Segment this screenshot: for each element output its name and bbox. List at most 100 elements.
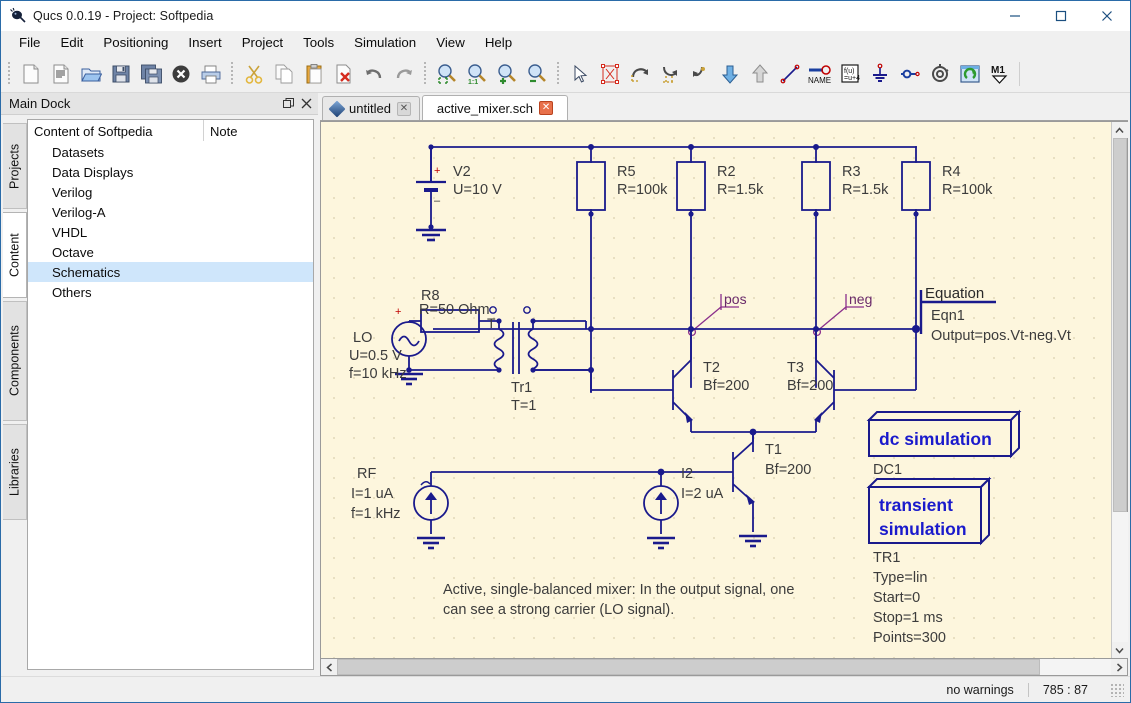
select-all-frame-icon[interactable]: [595, 59, 625, 89]
component-value-V2: U=10 V: [453, 182, 502, 198]
menu-insert[interactable]: Insert: [178, 33, 231, 52]
toolbar-grip-2[interactable]: [229, 62, 236, 86]
rotate-ccw-icon[interactable]: [625, 59, 655, 89]
redo-arrow-icon[interactable]: [389, 59, 419, 89]
tab-untitled[interactable]: untitled ✕: [322, 96, 420, 120]
marker-m1-icon[interactable]: M1: [985, 59, 1015, 89]
menu-simulation[interactable]: Simulation: [344, 33, 426, 52]
copy-pages-icon[interactable]: [269, 59, 299, 89]
zoom-out-icon[interactable]: [522, 59, 552, 89]
menu-edit[interactable]: Edit: [50, 33, 93, 52]
sidebar-tab-projects[interactable]: Projects: [3, 123, 27, 209]
sidebar-tab-content[interactable]: Content: [3, 212, 27, 298]
toolbar-grip-4[interactable]: [555, 62, 562, 86]
open-folder-icon[interactable]: [76, 59, 106, 89]
toolbar-grip[interactable]: [6, 62, 13, 86]
component-T1: [561, 432, 767, 546]
list-item-schematics[interactable]: Schematics: [28, 262, 313, 282]
menu-positioning[interactable]: Positioning: [93, 33, 178, 52]
component-label-I2: I2: [681, 466, 693, 482]
transient-simulation-block: transient simulation: [869, 479, 989, 543]
menu-file[interactable]: File: [9, 33, 50, 52]
list-item-verilog-a[interactable]: Verilog-A: [28, 202, 313, 222]
component-label-T1: T1: [765, 442, 782, 458]
sidebar-tab-components[interactable]: Components: [3, 301, 27, 421]
vertical-scroll-thumb[interactable]: [1113, 138, 1127, 512]
pop-out-subcircuit-icon[interactable]: [745, 59, 775, 89]
simulate-gear-icon[interactable]: [925, 59, 955, 89]
close-button[interactable]: [1084, 1, 1130, 31]
ground-symbol-icon[interactable]: [865, 59, 895, 89]
tree-column-note[interactable]: Note: [204, 120, 313, 141]
tree-column-content[interactable]: Content of Softpedia: [28, 120, 204, 141]
sidebar-tab-libraries[interactable]: Libraries: [3, 424, 27, 520]
zoom-one-to-one-icon[interactable]: 1:1: [462, 59, 492, 89]
print-icon[interactable]: [196, 59, 226, 89]
zoom-select-icon[interactable]: [432, 59, 462, 89]
component-label-Tr1: Tr1: [511, 380, 532, 396]
close-icon[interactable]: [298, 96, 314, 112]
component-I2: [644, 472, 678, 548]
menu-tools[interactable]: Tools: [293, 33, 344, 52]
canvas-vertical-scrollbar[interactable]: [1111, 122, 1127, 658]
list-item-verilog[interactable]: Verilog: [28, 182, 313, 202]
svg-text:M1: M1: [991, 65, 1005, 76]
transient-param-stop: Stop=1 ms: [873, 610, 943, 626]
list-item-data-displays[interactable]: Data Displays: [28, 162, 313, 182]
menu-help[interactable]: Help: [475, 33, 522, 52]
list-item-vhdl[interactable]: VHDL: [28, 222, 313, 242]
go-into-subcircuit-icon[interactable]: [715, 59, 745, 89]
zoom-in-icon[interactable]: [492, 59, 522, 89]
undock-icon[interactable]: [280, 96, 296, 112]
wire-line-icon[interactable]: [775, 59, 805, 89]
mirror-horizontal-icon[interactable]: [685, 59, 715, 89]
delete-document-icon[interactable]: [329, 59, 359, 89]
main-body: Main Dock Projects Content: [1, 93, 1130, 676]
resize-grip[interactable]: [1110, 683, 1124, 697]
content-tree[interactable]: Content of Softpedia Note Datasets Data …: [27, 119, 314, 670]
wire-label-icon[interactable]: NAME: [805, 59, 835, 89]
maximize-button[interactable]: [1038, 1, 1084, 31]
tab-untitled-close-icon[interactable]: ✕: [397, 102, 411, 116]
vertical-scroll-track[interactable]: [1112, 512, 1128, 642]
list-item-others[interactable]: Others: [28, 282, 313, 302]
cut-scissors-icon[interactable]: [239, 59, 269, 89]
list-item-datasets[interactable]: Datasets: [28, 142, 313, 162]
scroll-left-arrow[interactable]: [321, 659, 337, 675]
toolbar-grip-3[interactable]: [422, 62, 429, 86]
tab-active-mixer[interactable]: active_mixer.sch ✕: [422, 95, 568, 120]
view-data-display-icon[interactable]: [955, 59, 985, 89]
component-R5: [577, 162, 605, 210]
schematic-diamond-icon: [329, 100, 346, 117]
minimize-button[interactable]: [992, 1, 1038, 31]
save-all-icon[interactable]: [136, 59, 166, 89]
equation-fu-icon[interactable]: f(u) =u+4: [835, 59, 865, 89]
scroll-down-arrow[interactable]: [1112, 642, 1128, 658]
new-text-document-icon[interactable]: [46, 59, 76, 89]
node-label-neg-text: neg: [849, 291, 872, 307]
list-item-octave[interactable]: Octave: [28, 242, 313, 262]
horizontal-scroll-thumb[interactable]: [337, 659, 1040, 675]
save-floppy-icon[interactable]: [106, 59, 136, 89]
menu-project[interactable]: Project: [232, 33, 293, 52]
component-value-T2: Bf=200: [703, 378, 749, 394]
svg-text:f(u): f(u): [844, 68, 855, 75]
horizontal-scroll-track[interactable]: [1040, 659, 1111, 675]
close-circle-icon[interactable]: [166, 59, 196, 89]
scroll-right-arrow[interactable]: [1111, 659, 1127, 675]
schematic-canvas[interactable]: + – V2 U=10 V R5 R=100k R2 R=1.5k: [321, 122, 1111, 658]
menu-view[interactable]: View: [426, 33, 475, 52]
component-Tr1: [490, 307, 593, 374]
paste-clipboard-icon[interactable]: [299, 59, 329, 89]
tab-untitled-label: untitled: [349, 101, 391, 116]
mirror-vertical-icon[interactable]: [655, 59, 685, 89]
tab-active-mixer-close-icon[interactable]: ✕: [539, 101, 553, 115]
port-symbol-icon[interactable]: [895, 59, 925, 89]
canvas-horizontal-scrollbar[interactable]: [320, 659, 1128, 676]
scroll-up-arrow[interactable]: [1112, 122, 1128, 138]
new-document-icon[interactable]: [16, 59, 46, 89]
component-label-R5: R5: [617, 164, 636, 180]
tree-rows: Datasets Data Displays Verilog Verilog-A…: [28, 141, 313, 669]
undo-arrow-icon[interactable]: [359, 59, 389, 89]
mouse-pointer-icon[interactable]: [565, 59, 595, 89]
